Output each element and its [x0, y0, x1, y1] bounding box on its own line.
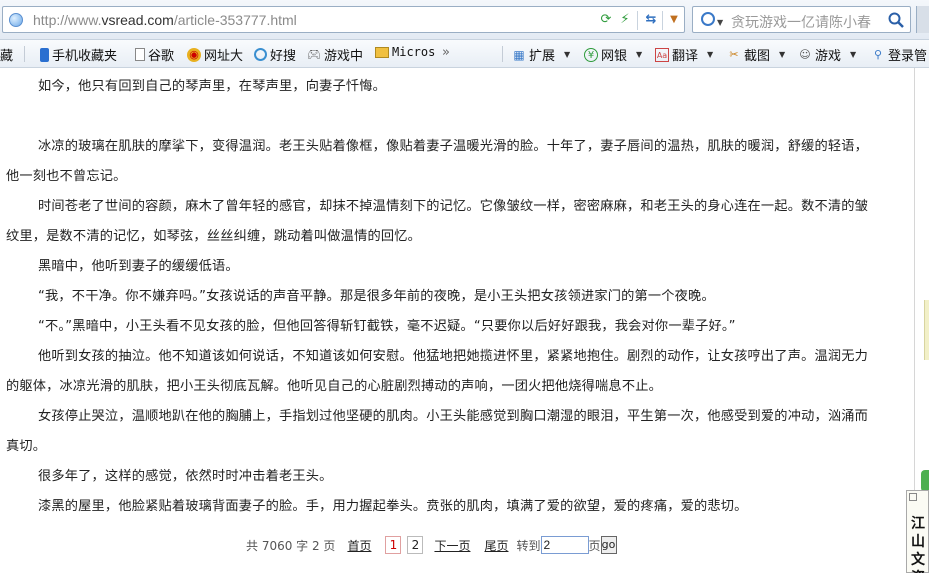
search-input[interactable]: 贪玩游戏一亿请陈小春	[731, 12, 881, 32]
favorites-bar: 藏 手机收藏夹 谷歌 ◉ 网址大 好搜 🎮︎ 游戏中 Micros » ▦ 扩展…	[0, 40, 929, 68]
chevron-down-icon[interactable]: ▼	[717, 18, 723, 27]
side-ad-strip[interactable]	[924, 300, 929, 360]
phone-icon	[40, 47, 49, 62]
chevron-down-icon: ▼	[636, 50, 643, 59]
key-icon: ⚲	[873, 47, 883, 61]
first-page-link[interactable]: 首页	[347, 537, 371, 554]
page-1-link[interactable]: 1	[385, 536, 402, 554]
fav-item-microsoft[interactable]: Micros	[375, 45, 435, 59]
goto-page-input[interactable]	[540, 536, 589, 554]
fav-item-google[interactable]: 谷歌	[135, 45, 174, 64]
yen-icon: ¥	[584, 47, 598, 62]
page-2-link[interactable]: 2	[407, 536, 424, 554]
side-panel-text: 江山文资	[911, 516, 925, 573]
window-edge	[916, 6, 929, 33]
article-paragraph: 很多年了，这样的感觉，依然时时冲击着老王头。	[38, 469, 333, 484]
refresh-icon[interactable]: ⟳	[598, 12, 614, 28]
article-paragraph: 冰凉的玻璃在肌肤的摩挲下，变得温润。老王头贴着像框，像贴着妻子温暖光滑的脸。十年…	[6, 139, 869, 184]
tool-ebank[interactable]: ¥ 网银 ▼	[584, 45, 642, 64]
article-paragraph: 黑暗中，他听到妻子的缓缓低语。	[38, 259, 239, 274]
lightning-icon[interactable]: ⚡	[617, 12, 633, 28]
article-paragraph: “不。”黑暗中，小王头看不见女孩的脸，但他回答得斩钉截铁，毫不迟疑。“只要你以后…	[38, 319, 736, 334]
chevron-down-icon[interactable]: ▼	[666, 12, 682, 28]
article-paragraph: 如今，他只有回到自己的琴声里，在琴声里，向妻子忏悔。	[38, 79, 387, 94]
folder-icon	[375, 46, 389, 58]
search-icon	[254, 48, 267, 61]
tool-extensions[interactable]: ▦ 扩展 ▼	[512, 45, 571, 65]
fav-item-mobile[interactable]: 手机收藏夹	[40, 45, 117, 64]
translate-icon: Aa	[655, 47, 669, 62]
search-go-icon[interactable]	[887, 11, 905, 29]
next-page-link[interactable]: 下一页	[434, 537, 470, 554]
go-button[interactable]: go	[600, 536, 617, 554]
address-toolbar: http://www.vsread.com/article-353777.htm…	[0, 0, 929, 40]
tool-screenshot[interactable]: ✂ 截图 ▼	[727, 45, 786, 65]
chevron-down-icon: ▼	[850, 50, 857, 59]
fav-overflow-button[interactable]: »	[442, 45, 450, 60]
scissors-icon: ✂	[729, 47, 739, 61]
pagination: 共 7060 字 2 页 首页 1 2 下一页 尾页 转到 页 go	[246, 536, 617, 554]
game-icon: ☺	[799, 47, 811, 61]
chevron-down-icon: ▼	[707, 50, 714, 59]
fav-item-games[interactable]: 🎮︎ 游戏中	[307, 45, 363, 65]
article-paragraph: 时间苍老了世间的容颜，麻木了曾年轻的感官，却抹不掉温情刻下的记忆。它像皱纹一样，…	[6, 199, 869, 244]
fav-item-urlnav[interactable]: ◉ 网址大	[187, 45, 243, 64]
article-paragraph: “我，不干净。你不嫌弃吗。”女孩说话的声音平静。那是很多年前的夜晚，是小王头把女…	[38, 289, 715, 304]
goto-label: 转到	[516, 538, 541, 553]
side-float-icon[interactable]	[921, 470, 929, 492]
compass-icon: ◉	[187, 47, 201, 62]
switch-mode-icon[interactable]: ⇆	[643, 12, 659, 28]
page-suffix: 页	[588, 538, 601, 553]
url-text[interactable]: http://www.vsread.com/article-353777.htm…	[33, 12, 297, 28]
grid-icon: ▦	[513, 47, 525, 62]
gamepad-icon: 🎮︎	[307, 47, 321, 61]
search-icon	[701, 12, 715, 26]
globe-icon	[9, 13, 23, 27]
close-icon[interactable]	[909, 493, 917, 501]
chevron-down-icon: ▼	[779, 50, 786, 59]
tool-games[interactable]: ☺ 游戏 ▼	[798, 45, 857, 65]
article-paragraph: 女孩停止哭泣，温顺地趴在他的胸脯上，手指划过他坚硬的肌肉。小王头能感觉到胸口潮湿…	[6, 409, 869, 454]
article-paragraph: 漆黑的屋里，他脸紧贴着玻璃背面妻子的脸。手，用力握起拳头。贲张的肌肉，填满了爱的…	[38, 499, 748, 514]
address-bar[interactable]: http://www.vsread.com/article-353777.htm…	[2, 6, 685, 33]
search-box[interactable]: ▼ 贪玩游戏一亿请陈小春	[692, 6, 911, 33]
article-paragraph: 他听到女孩的抽泣。他不知道该如何说话，不知道该如何安慰。他猛地把她揽进怀里，紧紧…	[6, 349, 869, 394]
chevron-down-icon: ▼	[564, 50, 571, 59]
side-float-panel[interactable]: 江山文资	[906, 490, 929, 573]
page-summary: 共 7060 字 2 页	[246, 538, 336, 553]
tool-login-manager[interactable]: ⚲ 登录管	[871, 45, 927, 65]
fav-item-haosou[interactable]: 好搜	[254, 45, 296, 64]
fav-item-favorites[interactable]: 藏	[0, 45, 13, 64]
tool-translate[interactable]: Aa 翻译 ▼	[655, 45, 713, 64]
page-icon	[135, 48, 145, 61]
last-page-link[interactable]: 尾页	[484, 537, 508, 554]
